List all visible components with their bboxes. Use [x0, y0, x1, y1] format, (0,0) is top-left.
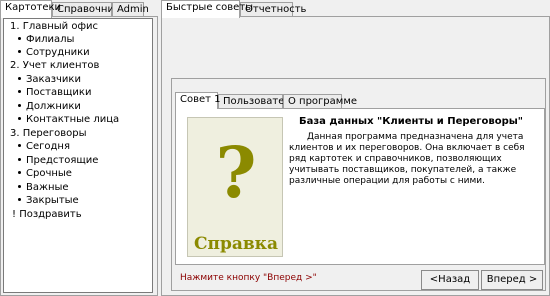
bullet-icon — [18, 103, 21, 107]
bullet-icon — [18, 36, 21, 40]
back-button[interactable]: <Назад — [421, 270, 479, 290]
tree-item-urgent[interactable]: Срочные — [18, 167, 72, 180]
tree-item-suppliers[interactable]: Поставщики — [18, 86, 91, 99]
tree-item-negotiations[interactable]: 3. Переговоры — [10, 127, 87, 140]
tab-quick-tips[interactable]: Быстрые советы — [161, 0, 253, 18]
navigation-tree[interactable]: 1. Главный офис Филиалы Сотрудники 2. Уч… — [3, 18, 153, 293]
bullet-icon — [18, 157, 21, 161]
bullet-icon — [18, 197, 21, 201]
tree-item-employees[interactable]: Сотрудники — [18, 46, 90, 59]
help-image-label: Справка — [194, 234, 278, 254]
hint-text: Нажмите кнопку "Вперед >" — [180, 273, 317, 283]
bullet-icon — [18, 49, 21, 53]
bullet-icon — [18, 170, 21, 174]
tree-item-today[interactable]: Сегодня — [18, 140, 70, 153]
bullet-icon — [18, 76, 21, 80]
tab-tip-1[interactable]: Совет 1 — [175, 92, 221, 109]
tree-item-main-office[interactable]: 1. Главный офис — [10, 20, 98, 33]
tip-text: Данная программа предназначена для учета… — [289, 132, 525, 186]
question-mark-icon: ? — [215, 131, 257, 214]
help-image: ? Справка — [187, 117, 283, 257]
tree-item-customers[interactable]: Заказчики — [18, 73, 81, 86]
bullet-icon — [18, 184, 21, 188]
tab-kartoteki[interactable]: Картотеки — [0, 0, 61, 18]
tree-item-branches[interactable]: Филиалы — [18, 33, 74, 46]
tree-item-upcoming[interactable]: Предстоящие — [18, 154, 98, 167]
tip-title: База данных "Клиенты и Переговоры" — [298, 116, 524, 127]
tree-item-clients[interactable]: 2. Учет клиентов — [10, 59, 99, 72]
bullet-icon — [18, 89, 21, 93]
tree-item-debtors[interactable]: Должники — [18, 100, 81, 113]
next-button[interactable]: Вперед > — [481, 270, 543, 290]
tree-item-contacts[interactable]: Контактные лица — [18, 113, 119, 126]
bullet-icon — [18, 116, 21, 120]
tree-item-important[interactable]: Важные — [18, 181, 69, 194]
tree-item-congratulate[interactable]: ! Поздравить — [12, 208, 82, 221]
tree-item-closed[interactable]: Закрытые — [18, 194, 79, 207]
bullet-icon — [18, 143, 21, 147]
